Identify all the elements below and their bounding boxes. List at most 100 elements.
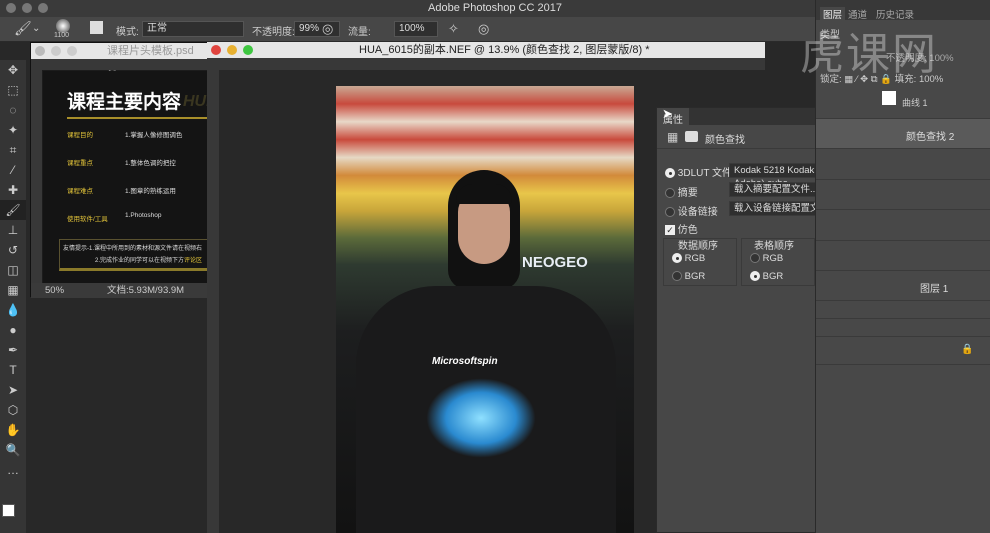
- history-brush-icon[interactable]: ↺: [0, 240, 26, 260]
- tab-layers[interactable]: 图层: [820, 7, 846, 21]
- eraser-icon[interactable]: ◫: [0, 260, 26, 280]
- close-doc-button[interactable]: [35, 46, 45, 56]
- zoom-tool-icon[interactable]: 🔍: [0, 440, 26, 460]
- brush-preset-icon[interactable]: [56, 19, 70, 33]
- radio-icon[interactable]: [665, 168, 675, 179]
- radio-abstract[interactable]: 摘要: [665, 184, 698, 199]
- table-order-rgb[interactable]: RGB: [750, 253, 783, 264]
- lock-pixels-icon[interactable]: ▦: [844, 74, 853, 85]
- layer-row[interactable]: [816, 319, 990, 337]
- layer-row[interactable]: 曲线 1: [816, 86, 990, 119]
- layer-row[interactable]: 图层 1: [816, 271, 990, 301]
- heading: 课程主要内容: [67, 92, 182, 113]
- pressure-size-icon[interactable]: ◎: [478, 21, 489, 37]
- dodge-tool-icon[interactable]: ●: [0, 320, 26, 340]
- document-window-template[interactable]: 课程片头模板.psd @ 课程主要内容 HUK 课程目的 1.掌握人像修图调色 …: [30, 42, 218, 298]
- gradient-tool-icon[interactable]: ▦: [0, 280, 26, 300]
- blur-tool-icon[interactable]: 💧: [0, 300, 26, 320]
- brush-tool-icon[interactable]: 🖌: [0, 200, 26, 220]
- radio-3dlut[interactable]: 3DLUT 文件: [665, 164, 732, 179]
- lock-all-icon[interactable]: 🔒: [880, 74, 892, 85]
- zoom-window-button[interactable]: [38, 3, 48, 13]
- layer-row[interactable]: [816, 241, 990, 271]
- stamp-tool-icon[interactable]: ⊥: [0, 220, 26, 240]
- healing-brush-icon[interactable]: ✚: [0, 180, 26, 200]
- radio-icon[interactable]: [750, 253, 760, 264]
- document-tab-main[interactable]: HUA_6015的副本.NEF @ 13.9% (颜色查找 2, 图层蒙版/8)…: [207, 42, 765, 58]
- close-doc-button[interactable]: [211, 45, 221, 55]
- zoom-level[interactable]: 50%: [45, 283, 64, 298]
- dither-label: 仿色: [677, 225, 698, 236]
- tip-line-2: 2.完成作业的同学可以在视频下方: [95, 258, 185, 264]
- brush-panel-icon[interactable]: [90, 21, 103, 34]
- minimize-doc-button[interactable]: [227, 45, 237, 55]
- foreground-color-swatch[interactable]: [2, 504, 15, 517]
- row-key: 使用软件/工具: [67, 216, 108, 223]
- adjustment-icon[interactable]: ▦: [667, 130, 678, 144]
- tip-line-1: 友情提示-1.课程中所用到的素材和源文件请在视频右: [63, 246, 203, 252]
- mode-select[interactable]: 正常: [142, 21, 244, 37]
- zoom-doc-button[interactable]: [67, 46, 77, 56]
- data-order-rgb[interactable]: RGB: [672, 253, 705, 264]
- mask-icon[interactable]: [685, 131, 698, 142]
- radio-icon[interactable]: [672, 253, 682, 264]
- flow-input[interactable]: 100%: [394, 21, 438, 37]
- shape-tool-icon[interactable]: ⬡: [0, 400, 26, 420]
- layer-row[interactable]: [816, 149, 990, 180]
- close-window-button[interactable]: [6, 3, 16, 13]
- lock-position-icon[interactable]: ✥: [860, 74, 868, 85]
- table-order-bgr[interactable]: BGR: [750, 271, 783, 282]
- path-selection-icon[interactable]: ➤: [0, 380, 26, 400]
- brush-tool-icon[interactable]: 🖌: [14, 20, 32, 37]
- layers-panel: 图层 通道 历史记录 类型 不透明度: 100% 锁定: ▦ ⁄ ✥ ⧉ 🔒 填…: [815, 0, 990, 533]
- minimize-doc-button[interactable]: [51, 46, 61, 56]
- layer-row[interactable]: [816, 301, 990, 319]
- document-tab-template[interactable]: 课程片头模板.psd @: [31, 43, 207, 73]
- lock-artboard-icon[interactable]: ⧉: [871, 74, 878, 85]
- airbrush-icon[interactable]: ✧: [448, 21, 459, 37]
- tab-channels[interactable]: 通道: [848, 7, 867, 21]
- type-tool-icon[interactable]: T: [0, 360, 26, 380]
- move-tool-icon[interactable]: ✥: [0, 60, 26, 80]
- chevron-down-icon[interactable]: ⌄: [32, 23, 40, 34]
- pressure-opacity-icon[interactable]: ◎: [322, 21, 333, 37]
- layer-row-selected[interactable]: 颜色查找 2: [816, 119, 990, 149]
- crop-tool-icon[interactable]: ⌗: [0, 140, 26, 160]
- table-order-label: 表格顺序: [754, 241, 794, 252]
- checkbox-checked-icon[interactable]: ✓: [665, 225, 675, 236]
- photo-canvas[interactable]: NEOGEO Microsoftspin: [336, 86, 634, 533]
- lasso-tool-icon[interactable]: ◌: [0, 100, 26, 120]
- more-tools-icon[interactable]: …: [0, 460, 26, 480]
- radio-device-link[interactable]: 设备链接: [665, 203, 718, 218]
- radio-icon[interactable]: [750, 271, 760, 282]
- row-value: 1.图章的熟练运用: [125, 188, 176, 195]
- document-size[interactable]: 文档:5.93M/93.9M: [107, 283, 184, 298]
- app-title: Adobe Photoshop CC 2017: [428, 2, 562, 14]
- filter-kind-label[interactable]: 类型: [820, 26, 840, 41]
- eyedropper-icon[interactable]: ⁄: [0, 160, 26, 180]
- hand-tool-icon[interactable]: ✋: [0, 420, 26, 440]
- magic-wand-icon[interactable]: ✦: [0, 120, 26, 140]
- marquee-tool-icon[interactable]: ⬚: [0, 80, 26, 100]
- layer-row[interactable]: [816, 180, 990, 210]
- horizontal-ruler: [207, 58, 765, 70]
- radio-icon[interactable]: [665, 207, 675, 218]
- radio-icon[interactable]: [672, 271, 682, 282]
- pen-tool-icon[interactable]: ✒: [0, 340, 26, 360]
- layer-row[interactable]: [816, 210, 990, 241]
- minimize-window-button[interactable]: [22, 3, 32, 13]
- tip-box: 友情提示-1.课程中所用到的素材和源文件请在视频右 2.完成作业的同学可以在视频…: [59, 239, 209, 271]
- layer-mask-thumbnail[interactable]: [882, 91, 896, 105]
- lock-paint-icon[interactable]: ⁄: [856, 74, 858, 85]
- bangs: [456, 184, 512, 204]
- tab-history[interactable]: 历史记录: [876, 7, 914, 21]
- radio-icon[interactable]: [665, 188, 675, 199]
- fill-value[interactable]: 100%: [919, 74, 943, 85]
- dither-checkbox[interactable]: ✓ 仿色: [665, 221, 698, 236]
- data-order-bgr[interactable]: BGR: [672, 271, 705, 282]
- tools-panel: ✥ ⬚ ◌ ✦ ⌗ ⁄ ✚ 🖌 ⊥ ↺ ◫ ▦ 💧 ● ✒ T ➤ ⬡ ✋ 🔍 …: [0, 60, 26, 533]
- layer-row-background[interactable]: 🔒: [816, 337, 990, 365]
- zoom-doc-button[interactable]: [243, 45, 253, 55]
- canvas: 课程主要内容 HUK 课程目的 1.掌握人像修图调色 课程重点 1.整体色调的把…: [43, 71, 218, 283]
- opacity-value[interactable]: 100%: [929, 53, 953, 64]
